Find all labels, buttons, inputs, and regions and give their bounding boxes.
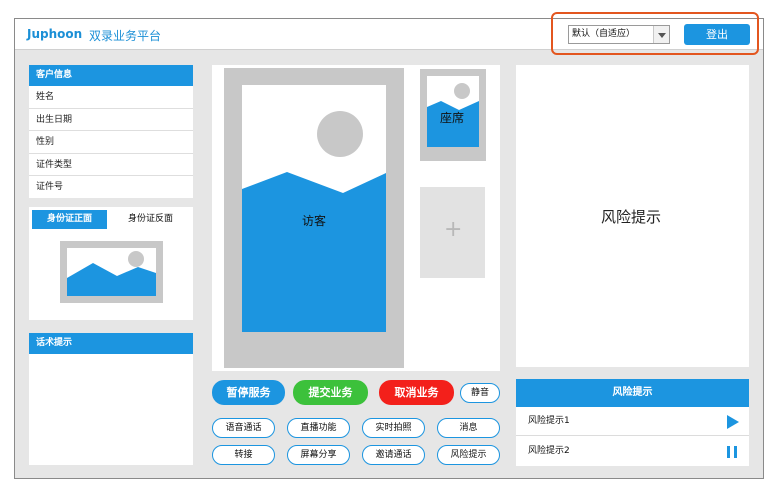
risk-display-panel: 风险提示 bbox=[516, 65, 749, 367]
tab-id-back[interactable]: 身份证反面 bbox=[113, 210, 188, 229]
transfer-button[interactable]: 转接 bbox=[212, 445, 275, 465]
id-card-tabs: 身份证正面 身份证反面 bbox=[29, 207, 193, 229]
voice-call-button[interactable]: 语音通话 bbox=[212, 418, 275, 438]
field-birthdate[interactable]: 出生日期 bbox=[29, 109, 193, 131]
invite-call-button[interactable]: 邀请通话 bbox=[362, 445, 425, 465]
script-hint-title: 话术提示 bbox=[29, 333, 193, 354]
risk-list-item[interactable]: 风险提示1 bbox=[516, 407, 749, 436]
top-bar: Juphoon 双录业务平台 默认（自适应） 登出 bbox=[15, 12, 763, 55]
video-area: 访客 座席 + bbox=[212, 65, 500, 371]
field-gender[interactable]: 性别 bbox=[29, 131, 193, 154]
risk-list-panel: 风险提示 风险提示1 风险提示2 bbox=[516, 379, 749, 466]
layout-select[interactable]: 默认（自适应） bbox=[568, 25, 670, 44]
field-id-number[interactable]: 证件号 bbox=[29, 176, 193, 199]
app-window: Juphoon 双录业务平台 默认（自适应） 登出 客户信息 姓名 出生日期 性… bbox=[14, 12, 764, 479]
realtime-photo-button[interactable]: 实时拍照 bbox=[362, 418, 425, 438]
add-icon: + bbox=[444, 217, 463, 242]
visitor-label: 访客 bbox=[302, 214, 327, 228]
visitor-video[interactable]: 访客 bbox=[224, 68, 404, 368]
id-card-panel: 身份证正面 身份证反面 bbox=[29, 207, 193, 320]
id-card-image-icon bbox=[60, 241, 163, 303]
platform-title: 双录业务平台 bbox=[89, 29, 162, 43]
tab-id-front[interactable]: 身份证正面 bbox=[32, 210, 107, 229]
seat-video[interactable]: 座席 bbox=[420, 69, 486, 161]
screen-share-button[interactable]: 屏幕分享 bbox=[287, 445, 350, 465]
message-button[interactable]: 消息 bbox=[437, 418, 500, 438]
customer-info-panel: 客户信息 姓名 出生日期 性别 证件类型 证件号 bbox=[29, 65, 193, 198]
seat-label: 座席 bbox=[440, 111, 465, 125]
layout-select-value: 默认（自适应） bbox=[572, 29, 636, 39]
visitor-avatar-icon bbox=[242, 85, 386, 332]
risk-item-label: 风险提示1 bbox=[528, 416, 570, 426]
play-icon[interactable] bbox=[727, 415, 739, 429]
logout-button[interactable]: 登出 bbox=[684, 24, 750, 45]
script-hint-panel: 话术提示 bbox=[29, 333, 193, 465]
customer-info-title: 客户信息 bbox=[29, 65, 193, 86]
field-id-type[interactable]: 证件类型 bbox=[29, 154, 193, 176]
submit-business-button[interactable]: 提交业务 bbox=[293, 380, 368, 405]
add-participant-slot[interactable]: + bbox=[420, 187, 485, 278]
cancel-business-button[interactable]: 取消业务 bbox=[379, 380, 454, 405]
brand-logo: Juphoon bbox=[27, 27, 83, 41]
mute-button[interactable]: 静音 bbox=[460, 383, 500, 403]
risk-display-label: 风险提示 bbox=[601, 208, 662, 226]
risk-list-title: 风险提示 bbox=[516, 379, 749, 407]
pause-service-button[interactable]: 暂停服务 bbox=[212, 380, 285, 405]
pause-icon[interactable] bbox=[727, 446, 737, 458]
risk-list-item[interactable]: 风险提示2 bbox=[516, 437, 749, 466]
live-stream-button[interactable]: 直播功能 bbox=[287, 418, 350, 438]
risk-prompt-button[interactable]: 风险提示 bbox=[437, 445, 500, 465]
risk-item-label: 风险提示2 bbox=[528, 446, 570, 456]
chevron-down-icon[interactable] bbox=[653, 26, 669, 43]
field-name[interactable]: 姓名 bbox=[29, 86, 193, 109]
